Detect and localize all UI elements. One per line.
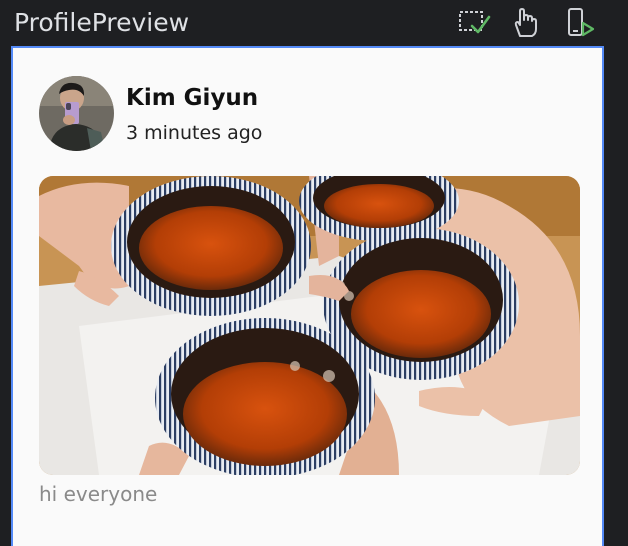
- avatar: [39, 76, 114, 151]
- post-caption: hi everyone: [39, 482, 158, 506]
- post-image: [39, 176, 580, 475]
- interactive-mode-icon: [514, 8, 537, 37]
- preview-check-icon: [459, 11, 491, 34]
- author-name: Kim Giyun: [126, 85, 259, 111]
- interactive-mode-button[interactable]: [508, 6, 542, 40]
- preview-title: ProfilePreview: [14, 8, 190, 37]
- post-time: 3 minutes ago: [126, 122, 263, 144]
- preview-check-button[interactable]: [458, 6, 492, 40]
- preview-toolbar: ProfilePreview: [0, 0, 628, 46]
- run-on-device-button[interactable]: [563, 6, 597, 40]
- compose-preview-frame: Kim Giyun 3 minutes ago hi everyone: [11, 46, 604, 546]
- avatar-photo: [39, 76, 114, 151]
- run-on-device-icon: [568, 8, 595, 37]
- tea-cups-photo: [39, 176, 580, 475]
